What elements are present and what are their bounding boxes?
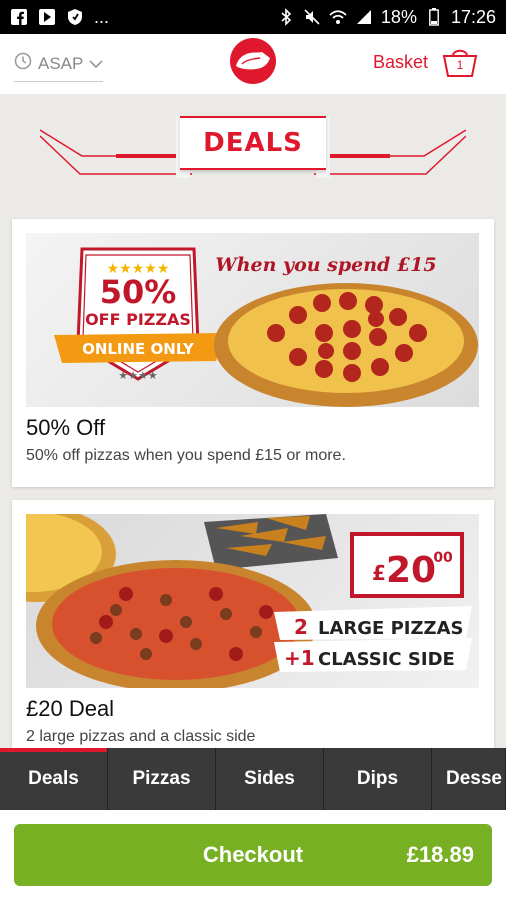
tab-desserts[interactable]: Desse: [432, 748, 506, 810]
section-banner: DEALS: [40, 108, 466, 184]
more-notifications: ...: [94, 6, 110, 27]
deal-image: £ 20 .00 2 LARGE PIZZAS +1 CLASSIC SIDE: [26, 514, 479, 688]
checkout-bar: Checkout £18.89: [0, 810, 506, 900]
potato-wedges-graphic: [204, 514, 338, 570]
meat-feast-pizza-graphic: [36, 560, 316, 688]
tab-dips[interactable]: Dips: [324, 748, 432, 810]
deal-card[interactable]: £ 20 .00 2 LARGE PIZZAS +1 CLASSIC SIDE …: [12, 500, 494, 760]
basket-icon: 1: [442, 44, 478, 80]
deal-description: 2 large pizzas and a classic side: [26, 728, 256, 745]
clock-icon: [14, 52, 32, 75]
facebook-icon: [10, 8, 28, 26]
category-tab-bar: Deals Pizzas Sides Dips Desse: [0, 748, 506, 810]
tab-deals[interactable]: Deals: [0, 748, 108, 810]
deal-line-1-text: LARGE PIZZAS: [318, 618, 464, 639]
section-title: DEALS: [180, 116, 326, 170]
svg-text:★★★★: ★★★★: [118, 369, 158, 382]
offer-badge: ★★★★★ 50% OFF PIZZAS ONLINE ONLY ★★★★: [54, 247, 224, 382]
delivery-time-label: ASAP: [38, 53, 84, 73]
deal-card[interactable]: ★★★★★ 50% OFF PIZZAS ONLINE ONLY ★★★★ Wh…: [12, 219, 494, 487]
app-header: ASAP Basket 1: [0, 34, 506, 94]
play-store-icon: [38, 8, 56, 26]
battery-percent: 18%: [380, 6, 417, 27]
checkout-button[interactable]: Checkout £18.89: [14, 824, 492, 886]
status-bar: ... 18% 17:26: [0, 0, 506, 34]
wifi-icon: [329, 8, 347, 26]
deal-title: £20 Deal: [26, 696, 115, 721]
signal-icon: [355, 8, 373, 26]
shield-icon: [66, 8, 84, 26]
clock: 17:26: [450, 6, 496, 27]
price-symbol: £: [372, 561, 386, 585]
badge-percent: 50%: [100, 273, 177, 311]
badge-ribbon: ONLINE ONLY: [82, 340, 195, 358]
deal-line-2-text: CLASSIC SIDE: [318, 649, 455, 670]
deal-description: 50% off pizzas when you spend £15 or mor…: [26, 447, 346, 464]
mute-icon: [303, 8, 321, 26]
bluetooth-icon: [277, 8, 295, 26]
pizza-hut-logo[interactable]: [216, 34, 290, 98]
deal-title: 50% Off: [26, 415, 106, 440]
tab-sides[interactable]: Sides: [216, 748, 324, 810]
basket-label: Basket: [372, 51, 428, 72]
pepperoni-pizza-graphic: [214, 283, 478, 407]
battery-icon: [425, 8, 443, 26]
deal-line-2-num: +1: [284, 646, 315, 670]
tab-pizzas[interactable]: Pizzas: [108, 748, 216, 810]
chevron-down-icon: [89, 54, 103, 74]
deal-image: ★★★★★ 50% OFF PIZZAS ONLINE ONLY ★★★★ Wh…: [26, 233, 479, 407]
basket-button[interactable]: Basket 1: [373, 44, 478, 80]
checkout-total: £18.89: [406, 842, 474, 867]
delivery-time-selector[interactable]: ASAP: [14, 52, 104, 82]
deal-line-1-num: 2: [294, 615, 308, 639]
tagline: When you spend £15: [215, 254, 436, 276]
price-cents: .00: [428, 550, 453, 566]
basket-count: 1: [456, 58, 464, 72]
price-tag: £ 20 .00: [350, 532, 464, 598]
badge-subtitle: OFF PIZZAS: [85, 310, 191, 329]
